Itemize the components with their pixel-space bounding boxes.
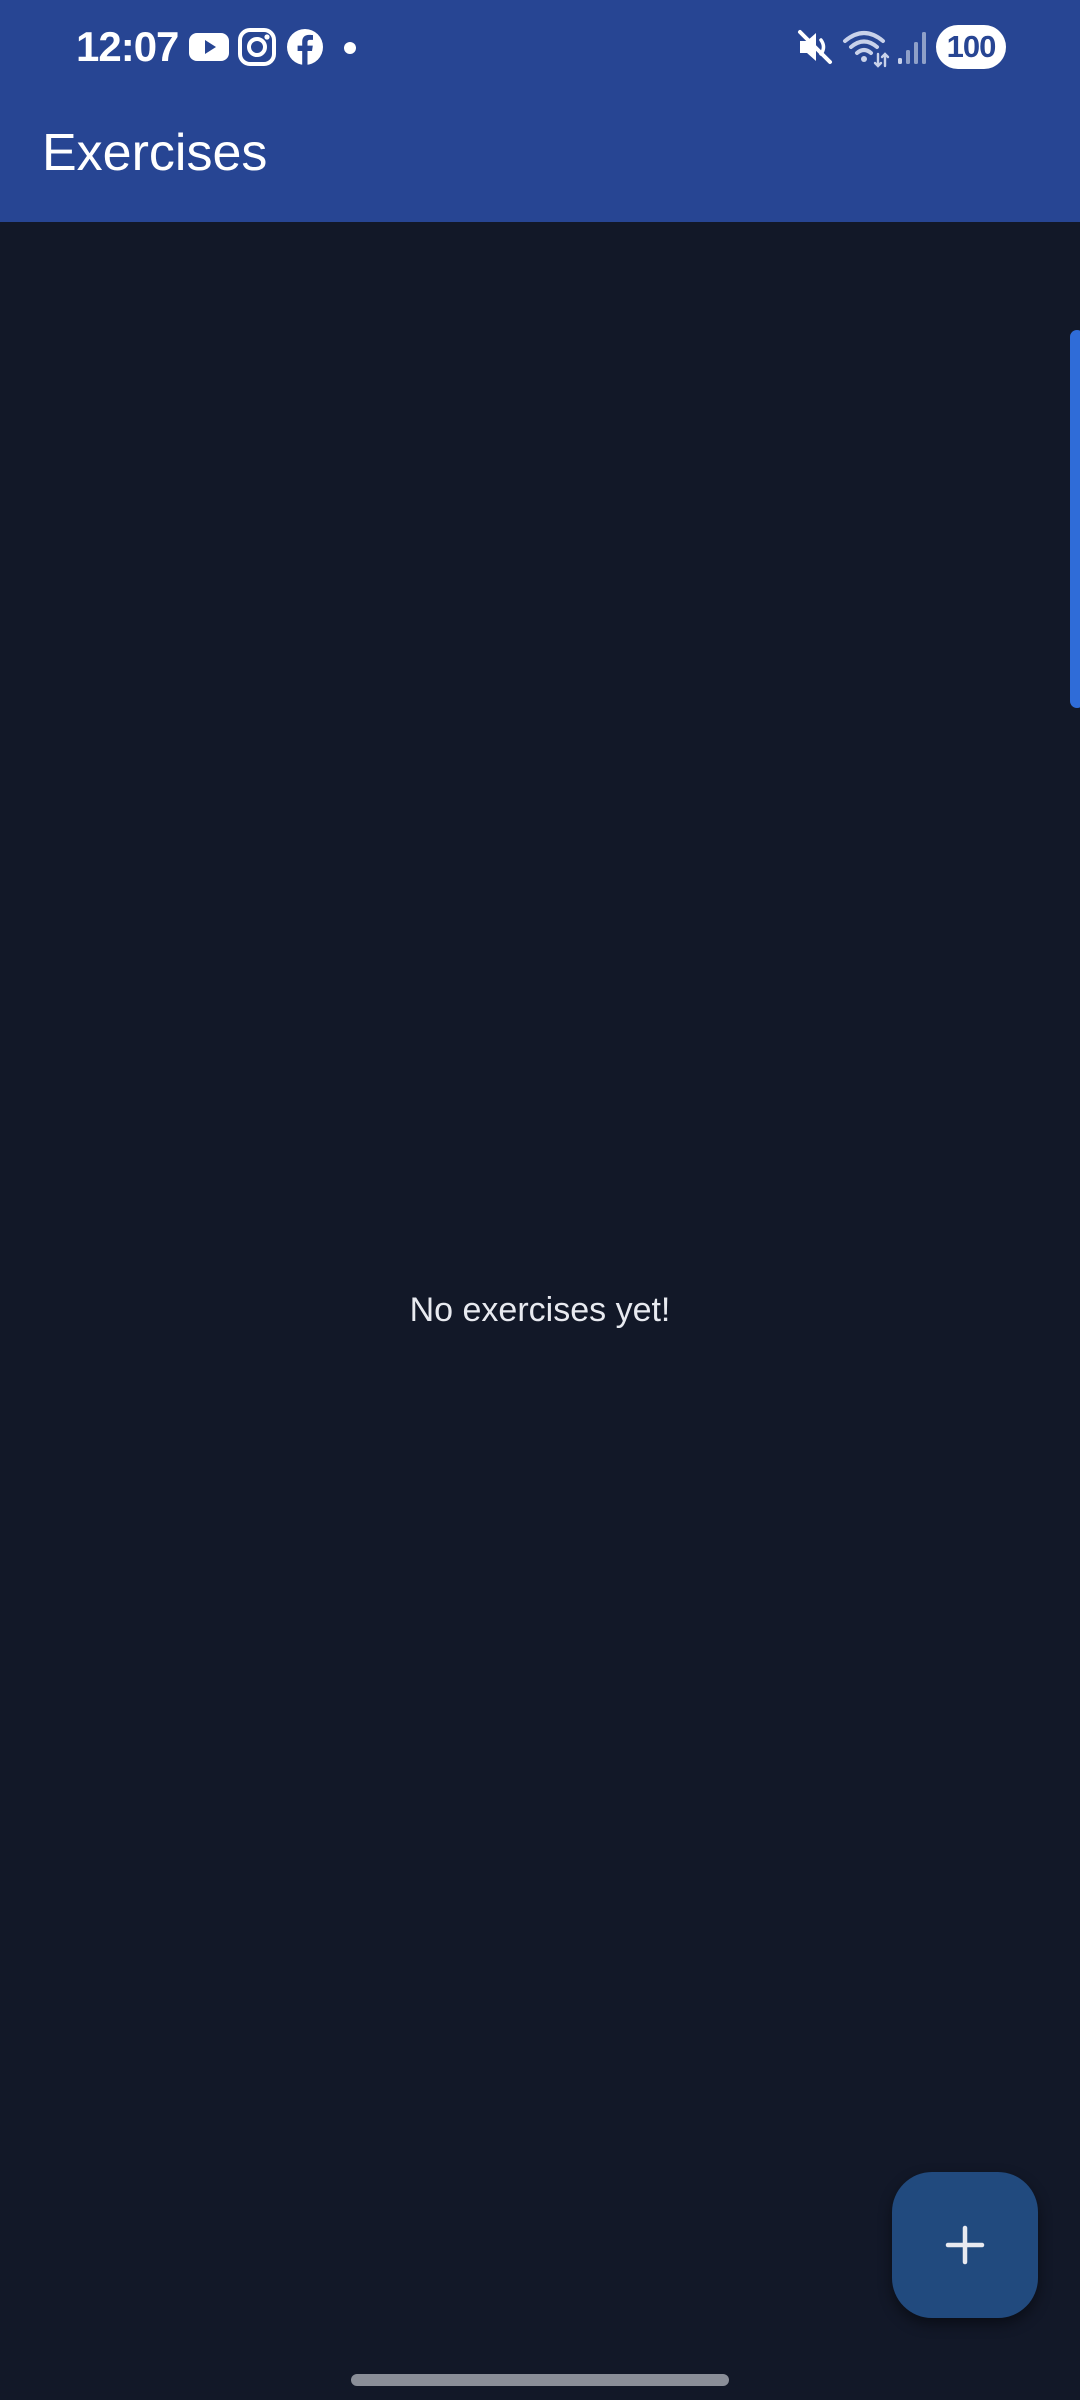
facebook-icon [287,29,323,65]
app-bar: Exercises [0,94,1080,222]
more-notifications-dot [344,42,356,54]
mute-icon [798,30,832,64]
home-indicator[interactable] [351,2374,729,2386]
wifi-icon [843,31,890,68]
plus-icon [945,2225,985,2265]
empty-state-message: No exercises yet! [409,1291,671,1329]
status-bar: 12:07 100 [0,0,1080,94]
add-exercise-button[interactable] [892,2172,1038,2318]
instagram-icon [238,28,276,66]
status-time: 12:07 [76,23,179,70]
scroll-indicator[interactable] [1070,330,1080,708]
screen: 12:07 100 Exercises No exercises yet! [0,0,1080,2400]
signal-icon [898,32,926,64]
youtube-icon [189,33,229,61]
battery-level: 100 [936,25,1006,69]
page-title: Exercises [42,124,268,182]
